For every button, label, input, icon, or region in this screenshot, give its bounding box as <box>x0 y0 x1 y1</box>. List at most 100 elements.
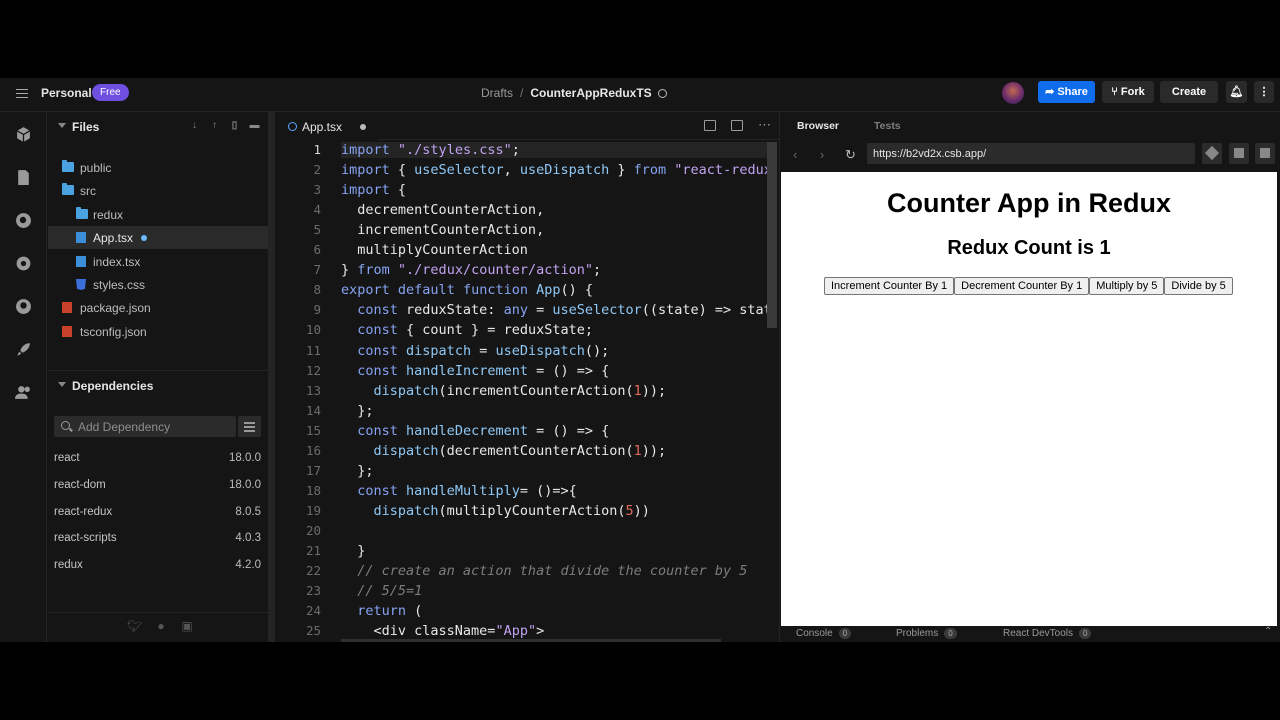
files-header[interactable]: Files ↓ ↑ ▯ ▬ <box>48 112 268 140</box>
users-icon[interactable] <box>15 384 32 401</box>
preview-tabs: Browser Tests <box>780 112 1280 140</box>
file-tree-item[interactable]: package.json <box>48 296 268 319</box>
code-line[interactable]: const { count } = reduxState; <box>341 322 593 338</box>
twitter-icon[interactable]: 🐦︎ <box>127 619 142 633</box>
code-line[interactable]: const reduxState: any = useSelector((sta… <box>341 302 769 318</box>
code-line[interactable]: incrementCounterAction, <box>341 222 544 238</box>
upload-icon[interactable]: ↑ <box>209 120 220 131</box>
file-tree-item[interactable]: public <box>48 156 268 179</box>
code-line[interactable]: import { <box>341 182 406 198</box>
tab-browser[interactable]: Browser <box>797 120 839 132</box>
dependency-item[interactable]: react-scripts 4.0.3 <box>54 530 261 548</box>
preview-icon[interactable] <box>731 120 743 131</box>
split-view-icon[interactable] <box>704 120 716 131</box>
console-tab[interactable]: Console 0 <box>796 628 852 639</box>
code-line[interactable]: const handleDecrement = () => { <box>341 423 609 439</box>
code-line[interactable]: import "./styles.css"; <box>341 142 769 158</box>
tsx-file-icon <box>76 232 86 244</box>
file-tree-item[interactable]: redux <box>48 203 268 226</box>
sandbox-title[interactable]: CounterAppReduxTS <box>530 86 651 100</box>
dependency-name: react <box>54 452 80 464</box>
code-line[interactable]: dispatch(incrementCounterAction(1)); <box>341 383 667 399</box>
devtools-icon[interactable] <box>1202 143 1222 164</box>
code-line[interactable]: dispatch(multiplyCounterAction(5)) <box>341 503 650 519</box>
github-icon[interactable]: ● <box>154 619 168 633</box>
file-name: public <box>80 161 112 175</box>
increment-button[interactable]: Increment Counter By 1 <box>824 277 955 295</box>
code-line[interactable]: decrementCounterAction, <box>341 202 544 218</box>
more-icon[interactable]: ⋯ <box>758 117 771 133</box>
code-content[interactable]: import "./styles.css"; import { useSelect… <box>341 142 769 642</box>
code-line[interactable]: const handleIncrement = () => { <box>341 363 609 379</box>
file-tree-item[interactable]: tsconfig.json <box>48 320 268 343</box>
code-line[interactable]: // 5/5=1 <box>341 583 422 599</box>
fork-button[interactable]: ⑂ Fork <box>1102 81 1154 103</box>
multiply-button[interactable]: Multiply by 5 <box>1089 277 1165 295</box>
tab-tests[interactable]: Tests <box>874 120 901 132</box>
new-file-icon[interactable]: ▯ <box>229 120 240 131</box>
list-view-icon[interactable] <box>238 416 261 437</box>
open-new-window-icon[interactable] <box>1229 143 1249 164</box>
dependency-item[interactable]: react-dom 18.0.0 <box>54 477 261 495</box>
code-line[interactable]: // create an action that divide the coun… <box>341 563 747 579</box>
code-line[interactable]: const dispatch = useDispatch(); <box>341 343 609 359</box>
code-line[interactable]: return ( <box>341 603 422 619</box>
url-input[interactable]: https://b2vd2x.csb.app/ <box>867 143 1195 164</box>
popout-icon[interactable] <box>1255 143 1275 164</box>
code-line[interactable]: import { useSelector, useDispatch } from… <box>341 162 769 178</box>
code-line[interactable]: <div className="App"> <box>341 623 545 639</box>
code-line[interactable]: export default function App() { <box>341 282 593 298</box>
editor-horizontal-scrollbar[interactable] <box>341 639 721 642</box>
file-tree-item[interactable]: index.tsx <box>48 250 268 273</box>
workspace-name[interactable]: Personal <box>41 86 92 100</box>
share-button[interactable]: ➦ Share <box>1038 81 1095 103</box>
breadcrumb-drafts[interactable]: Drafts <box>481 86 513 100</box>
rocket-icon[interactable] <box>15 341 32 358</box>
dependency-item[interactable]: redux 4.2.0 <box>54 557 261 575</box>
problems-tab[interactable]: Problems 0 <box>896 628 957 639</box>
file-tree-item[interactable]: src <box>48 179 268 202</box>
react-devtools-count: 0 <box>1079 628 1092 639</box>
search-icon[interactable] <box>15 212 32 229</box>
code-line[interactable]: dispatch(decrementCounterAction(1)); <box>341 443 667 459</box>
bell-icon[interactable]: 🔔︎ <box>1226 81 1247 103</box>
gear-icon[interactable] <box>15 255 32 272</box>
folder-icon <box>62 160 74 172</box>
discord-icon[interactable]: ▣ <box>180 619 194 633</box>
new-folder-icon[interactable]: ▬ <box>249 120 260 131</box>
box-icon[interactable] <box>15 126 32 143</box>
code-line[interactable]: } <box>341 543 365 559</box>
browser-viewport: Counter App in Redux Redux Count is 1 In… <box>781 172 1277 626</box>
sidebar-scrollbar[interactable] <box>268 112 275 642</box>
breadcrumb: Drafts / CounterAppReduxTS <box>481 86 667 100</box>
file-tree-item[interactable]: App.tsx <box>48 226 268 250</box>
dependency-name: react-dom <box>54 478 106 491</box>
editor-scrollbar[interactable] <box>767 142 777 328</box>
menu-icon[interactable] <box>16 89 28 98</box>
more-options-icon[interactable]: ⋮ <box>1254 81 1274 103</box>
code-line[interactable]: const handleMultiply= ()=>{ <box>341 483 576 499</box>
code-line[interactable]: }; <box>341 403 373 419</box>
code-line[interactable]: multiplyCounterAction <box>341 242 528 258</box>
dependencies-header[interactable]: Dependencies <box>48 370 268 398</box>
chevron-up-icon[interactable]: ⌃ <box>1264 626 1272 637</box>
back-icon[interactable]: ‹ <box>793 148 797 162</box>
github-icon[interactable] <box>15 298 32 315</box>
refresh-icon[interactable]: ↻ <box>845 148 856 162</box>
react-devtools-tab[interactable]: React DevTools 0 <box>1003 628 1092 639</box>
avatar[interactable] <box>1002 82 1024 104</box>
download-icon[interactable]: ↓ <box>189 120 200 131</box>
add-dependency-input[interactable]: Add Dependency <box>54 416 236 437</box>
code-line[interactable]: }; <box>341 463 373 479</box>
tab-app-tsx[interactable]: App.tsx <box>276 112 378 140</box>
forward-icon[interactable]: › <box>820 148 824 162</box>
dependency-item[interactable]: react 18.0.0 <box>54 450 261 468</box>
divide-button[interactable]: Divide by 5 <box>1164 277 1233 295</box>
file-tree-item[interactable]: styles.css <box>48 273 268 296</box>
line-number: 20 <box>305 522 321 538</box>
decrement-button[interactable]: Decrement Counter By 1 <box>954 277 1090 295</box>
create-button[interactable]: Create <box>1160 81 1218 103</box>
file-icon[interactable] <box>15 169 32 186</box>
dependency-item[interactable]: react-redux 8.0.5 <box>54 504 261 522</box>
code-line[interactable]: } from "./redux/counter/action"; <box>341 262 601 278</box>
